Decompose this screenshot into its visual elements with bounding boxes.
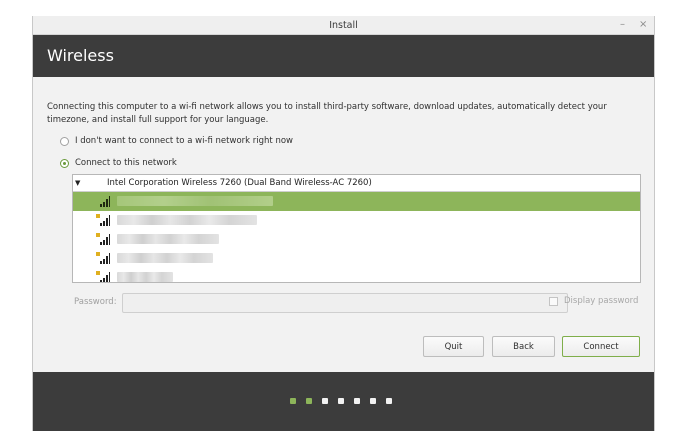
network-row[interactable] (73, 230, 640, 249)
secured-signal-icon (96, 271, 110, 282)
footer-bar (33, 372, 654, 431)
expand-triangle-icon[interactable]: ▼ (75, 179, 80, 187)
network-list[interactable]: ▼ Intel Corporation Wireless 7260 (Dual … (72, 174, 641, 283)
installer-window: Install – × Wireless Connecting this com… (32, 16, 655, 431)
title-bar: Install – × (33, 16, 654, 35)
description-text: Connecting this computer to a wi-fi netw… (47, 102, 607, 125)
network-row[interactable] (73, 249, 640, 268)
network-ssid (117, 196, 273, 206)
no-wifi-option[interactable]: I don't want to connect to a wi-fi netwo… (60, 134, 293, 148)
progress-dot (306, 398, 312, 404)
progress-dot (354, 398, 360, 404)
connect-radio[interactable] (60, 158, 69, 168)
window-title: Install (329, 20, 358, 31)
no-wifi-radio[interactable] (60, 136, 69, 146)
no-wifi-label: I don't want to connect to a wi-fi netwo… (75, 136, 293, 146)
network-row[interactable] (73, 192, 640, 211)
display-password-option[interactable]: Display password (549, 296, 638, 306)
network-ssid (117, 253, 213, 263)
quit-button[interactable]: Quit (423, 336, 484, 357)
progress-dot (338, 398, 344, 404)
password-label: Password: (74, 297, 117, 307)
progress-dot (290, 398, 296, 404)
secured-signal-icon (96, 252, 110, 264)
secured-signal-icon (96, 214, 110, 226)
display-password-label: Display password (564, 296, 639, 306)
connect-label: Connect to this network (75, 158, 177, 168)
back-button[interactable]: Back (492, 336, 555, 357)
network-ssid (117, 215, 257, 225)
network-ssid (117, 272, 173, 282)
password-field[interactable] (122, 293, 568, 313)
connect-button[interactable]: Connect (562, 336, 640, 357)
progress-dot (386, 398, 392, 404)
connect-option[interactable]: Connect to this network (60, 156, 177, 170)
network-row[interactable] (73, 268, 640, 282)
close-button[interactable]: × (639, 19, 647, 30)
progress-dot (370, 398, 376, 404)
progress-dots (290, 398, 392, 404)
adapter-label: Intel Corporation Wireless 7260 (Dual Ba… (107, 178, 372, 188)
page-title: Wireless (47, 46, 114, 65)
display-password-checkbox[interactable] (549, 296, 558, 306)
network-ssid (117, 234, 219, 244)
progress-dot (322, 398, 328, 404)
signal-icon (100, 196, 110, 207)
page-header: Wireless (33, 35, 654, 77)
minimize-button[interactable]: – (620, 19, 625, 30)
secured-signal-icon (96, 233, 110, 245)
network-adapter-row[interactable]: ▼ Intel Corporation Wireless 7260 (Dual … (73, 175, 640, 192)
network-row[interactable] (73, 211, 640, 230)
